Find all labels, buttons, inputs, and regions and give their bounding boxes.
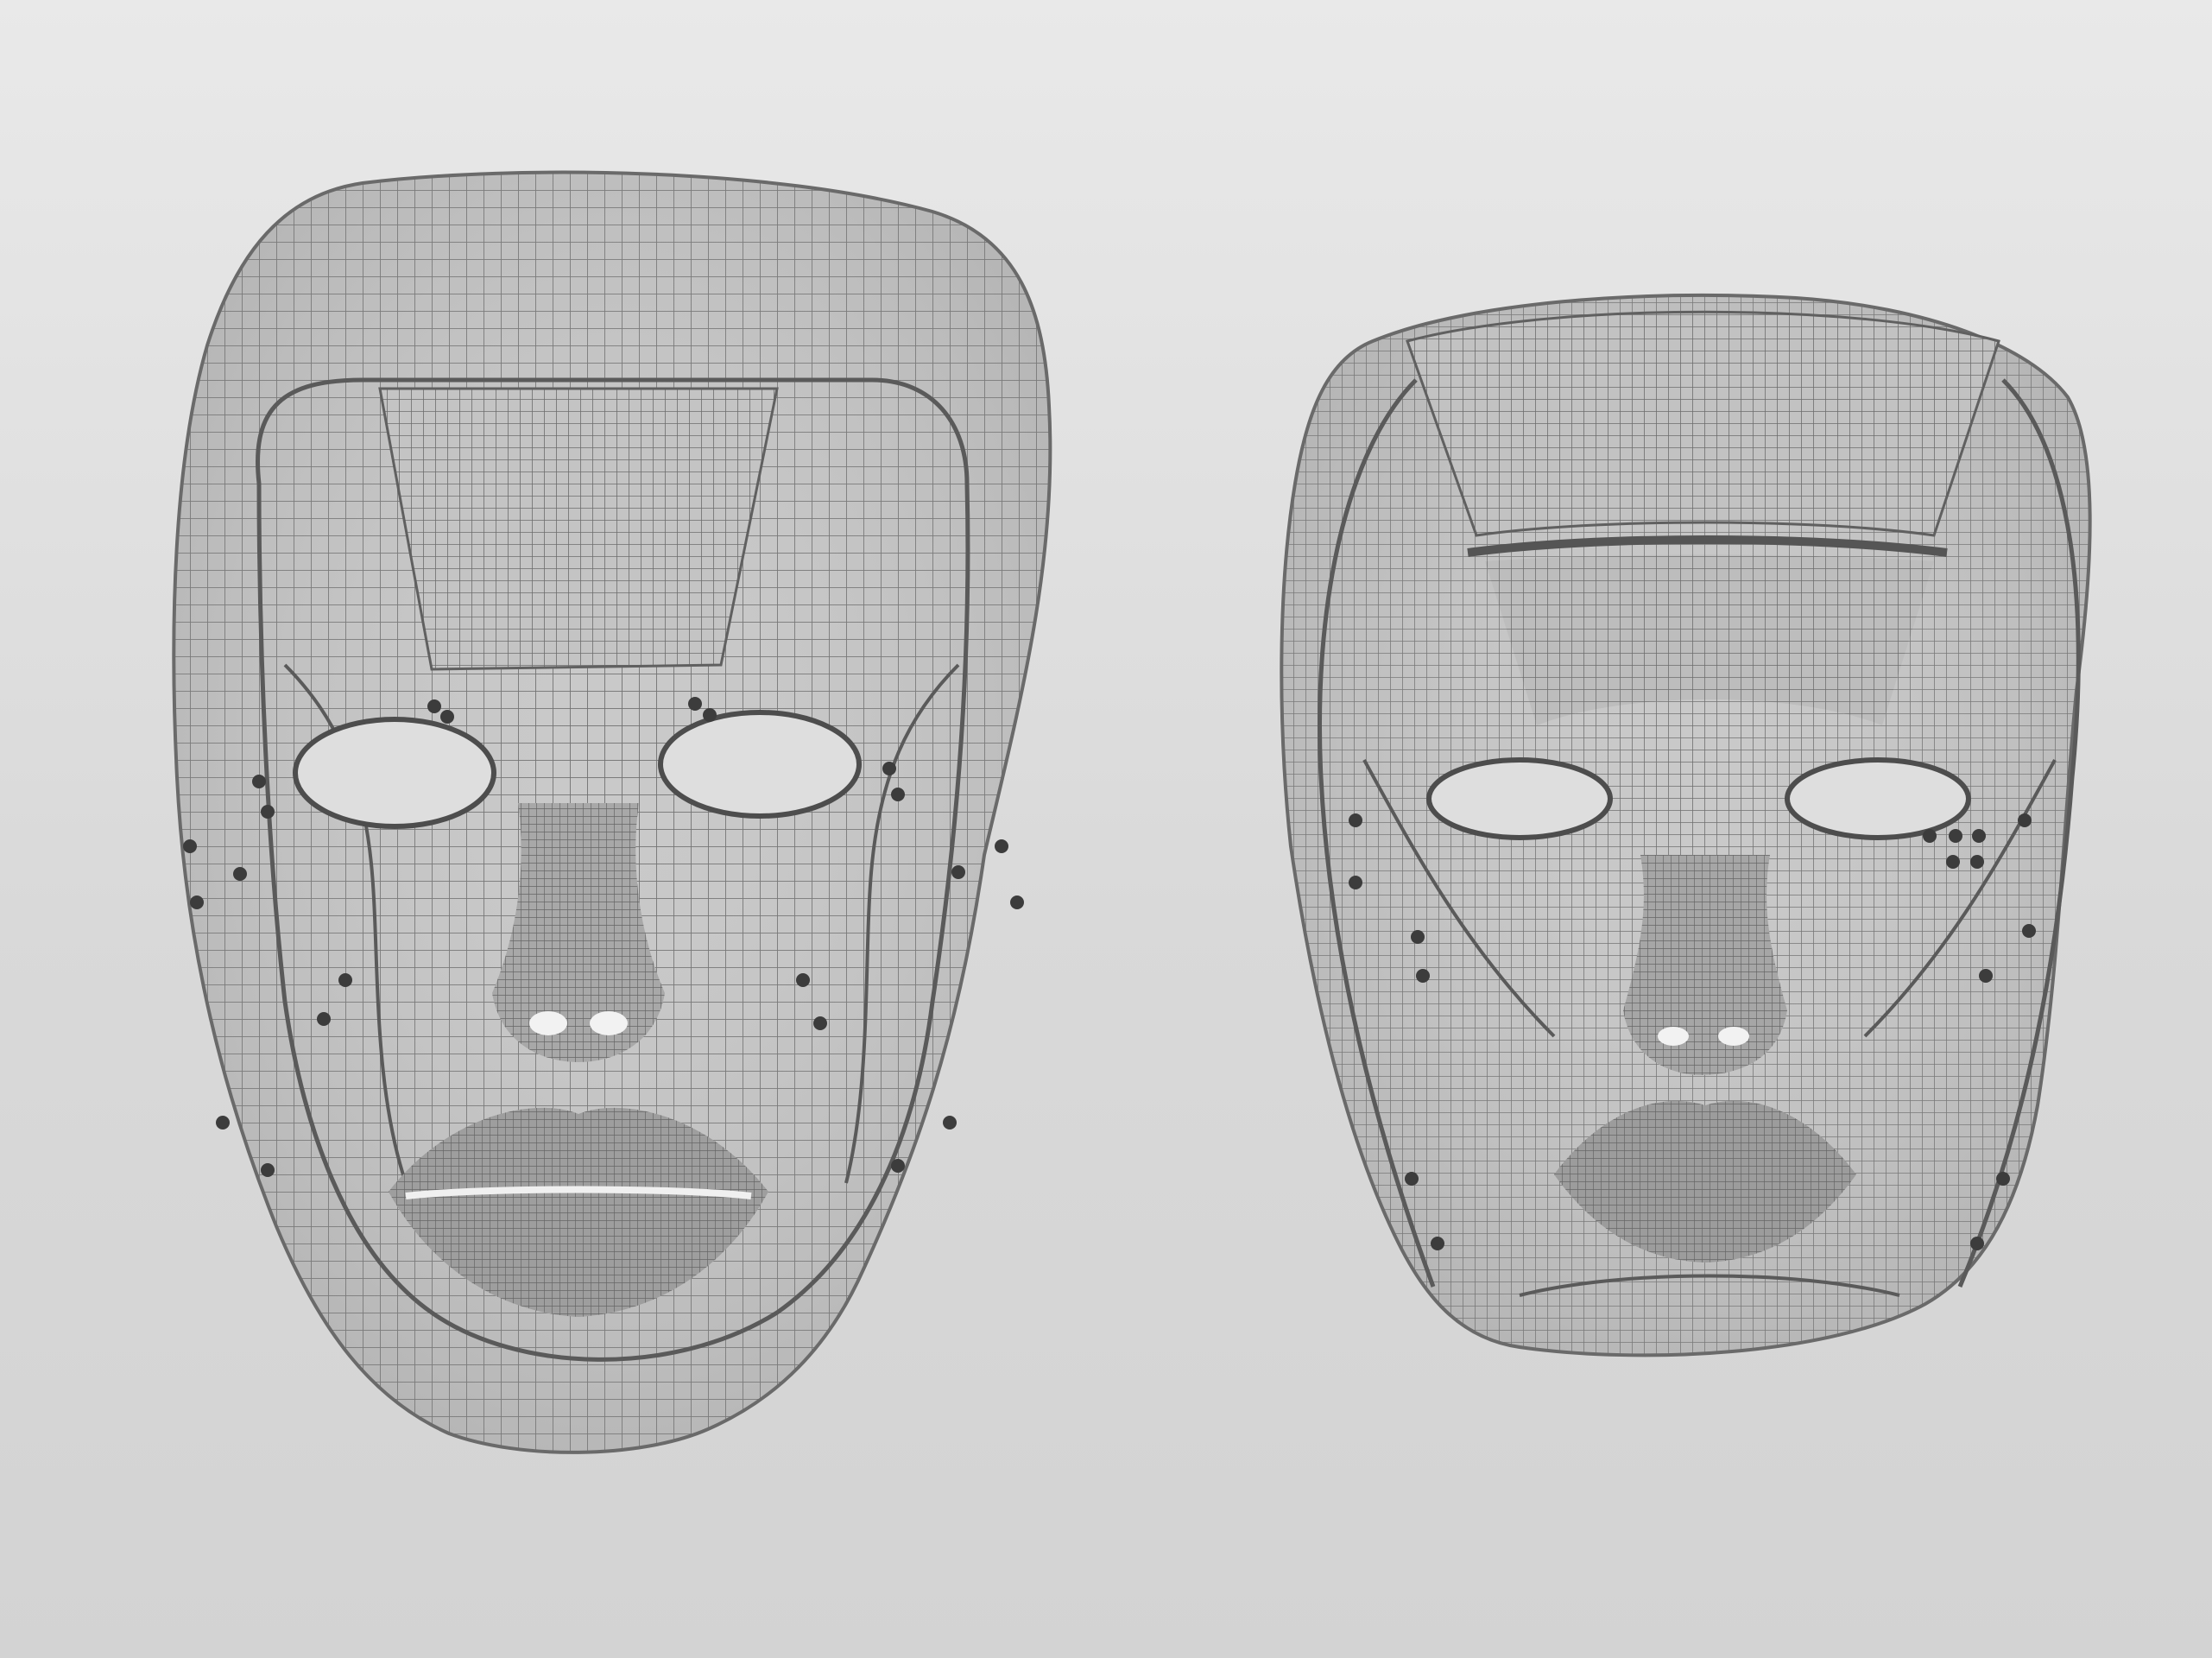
right-forehead-panel [1406, 310, 2000, 557]
left-mask-right-eye-hole [658, 710, 862, 819]
wireframe-masks-render [0, 0, 2212, 1658]
left-forehead-panel [378, 387, 779, 671]
left-mask [172, 170, 1052, 1454]
right-mask [1280, 294, 2092, 1357]
left-mask-left-eye-hole [293, 717, 496, 829]
right-mask-left-eye-hole [1426, 757, 1613, 840]
right-mask-right-eye-hole [1785, 757, 1971, 840]
render-canvas [172, 170, 2092, 1454]
